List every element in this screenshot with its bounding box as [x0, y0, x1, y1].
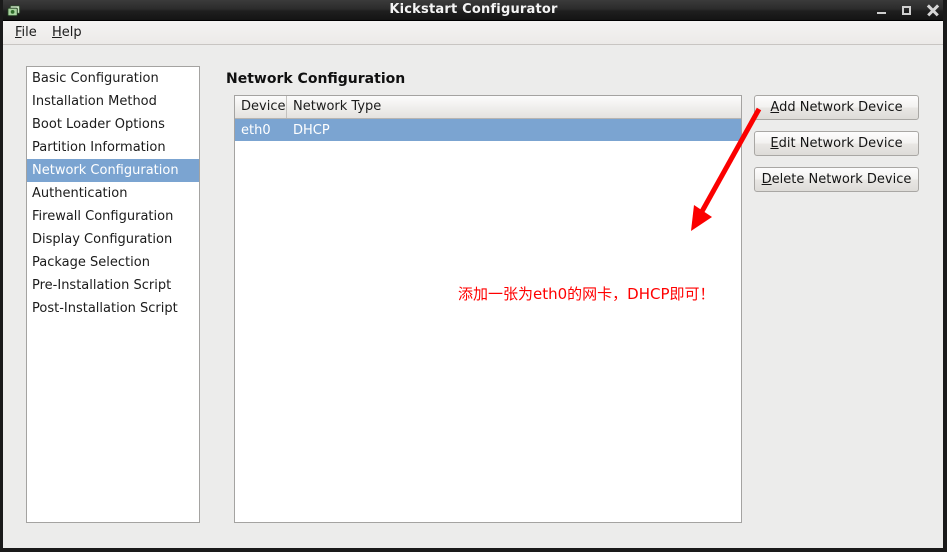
edit-network-device-button[interactable]: Edit Network Device	[754, 131, 919, 156]
menubar: File Help	[3, 21, 943, 45]
minimize-icon[interactable]	[875, 4, 888, 17]
content-area: Basic Configuration Installation Method …	[3, 45, 943, 548]
add-network-device-button[interactable]: Add Network Device	[754, 95, 919, 120]
menu-item-help[interactable]: Help	[47, 24, 87, 41]
sidebar-item-display-configuration[interactable]: Display Configuration	[27, 228, 199, 251]
table-header-row: Device Network Type	[235, 96, 741, 119]
network-device-table[interactable]: Device Network Type eth0 DHCP	[234, 95, 742, 523]
delete-network-device-button[interactable]: Delete Network Device	[754, 167, 919, 192]
page-title: Network Configuration	[226, 71, 406, 87]
window-controls	[875, 0, 940, 21]
column-header-network-type[interactable]: Network Type	[287, 96, 741, 118]
table-row[interactable]: eth0 DHCP	[235, 119, 741, 141]
delete-button-label: elete Network Device	[771, 172, 912, 187]
cell-network-type: DHCP	[293, 122, 330, 138]
menu-help-rest: elp	[61, 25, 82, 40]
edit-button-mnemonic: E	[770, 136, 779, 151]
window-titlebar: Kickstart Configurator	[3, 0, 943, 21]
sidebar-item-pre-installation-script[interactable]: Pre-Installation Script	[27, 274, 199, 297]
maximize-icon[interactable]	[901, 4, 914, 17]
menu-item-file[interactable]: File	[10, 24, 42, 41]
sidebar-item-package-selection[interactable]: Package Selection	[27, 251, 199, 274]
sidebar-item-post-installation-script[interactable]: Post-Installation Script	[27, 297, 199, 320]
annotation-text: 添加一张为eth0的网卡，DHCP即可！	[458, 285, 715, 303]
menu-help-mnemonic: H	[52, 25, 62, 40]
edit-button-label: dit Network Device	[778, 136, 903, 151]
sidebar-list[interactable]: Basic Configuration Installation Method …	[26, 66, 200, 523]
cell-device: eth0	[241, 122, 271, 138]
sidebar-item-installation-method[interactable]: Installation Method	[27, 90, 199, 113]
column-header-device[interactable]: Device	[235, 96, 287, 118]
sidebar-item-network-configuration[interactable]: Network Configuration	[27, 159, 199, 182]
add-button-label: dd Network Device	[779, 100, 903, 115]
sidebar-item-basic-configuration[interactable]: Basic Configuration	[27, 67, 199, 90]
delete-button-mnemonic: D	[761, 172, 772, 187]
sidebar-item-authentication[interactable]: Authentication	[27, 182, 199, 205]
sidebar-item-partition-information[interactable]: Partition Information	[27, 136, 199, 159]
window-title: Kickstart Configurator	[389, 2, 558, 17]
menu-file-rest: ile	[21, 25, 37, 40]
close-icon[interactable]	[927, 4, 940, 17]
sidebar-item-firewall-configuration[interactable]: Firewall Configuration	[27, 205, 199, 228]
sidebar-item-boot-loader-options[interactable]: Boot Loader Options	[27, 113, 199, 136]
add-button-mnemonic: A	[770, 100, 780, 115]
application-window: Kickstart Configurator File Help Basic C…	[0, 0, 947, 552]
